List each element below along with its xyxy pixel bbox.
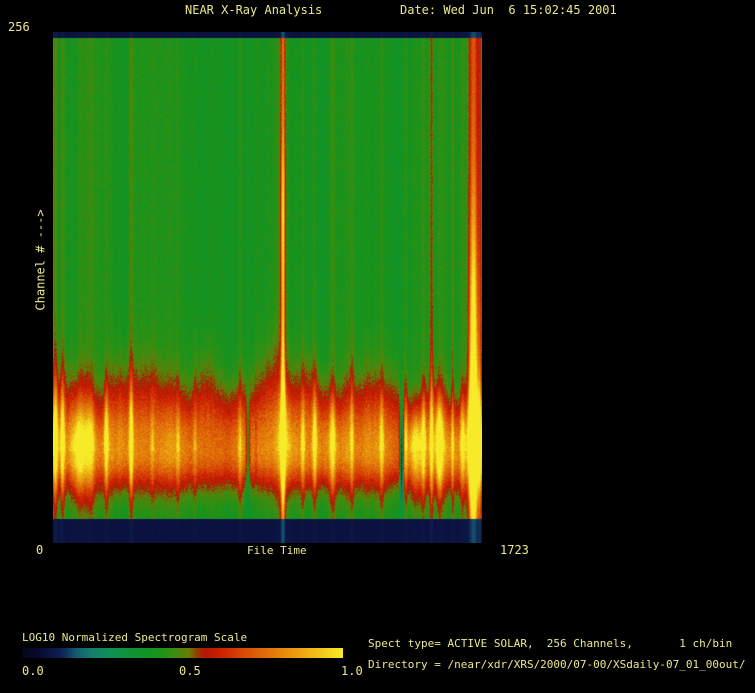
xray-analysis-window: NEAR X-Ray Analysis Date: Wed Jun 6 15:0… (0, 0, 755, 693)
y-axis-max-tick: 256 (8, 21, 30, 34)
y-axis-label: Channel # ---> (35, 209, 48, 310)
colorbar-label: LOG10 Normalized Spectrogram Scale (22, 631, 247, 644)
colorbar-tick-mid: 0.5 (179, 665, 201, 678)
colorbar-gradient (22, 648, 343, 658)
x-axis-max-tick: 1723 (500, 544, 529, 557)
colorbar-tick-max: 1.0 (341, 665, 363, 678)
header-date: Date: Wed Jun 6 15:02:45 2001 (400, 4, 617, 17)
spect-type-info: Spect type= ACTIVE SOLAR, 256 Channels, … (368, 637, 732, 650)
spectrogram-heatmap (53, 32, 482, 543)
x-axis-label: File Time (247, 544, 307, 557)
page-title: NEAR X-Ray Analysis (185, 4, 322, 17)
directory-info: Directory = /near/xdr/XRS/2000/07-00/XSd… (368, 658, 746, 671)
colorbar-tick-min: 0.0 (22, 665, 44, 678)
axis-origin-tick: 0 (36, 544, 43, 557)
